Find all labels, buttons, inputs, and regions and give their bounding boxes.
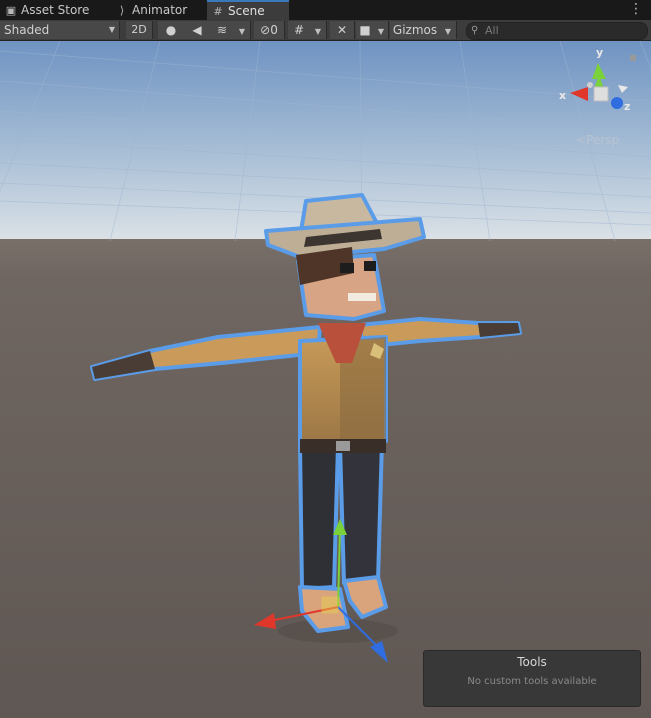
more-options-icon[interactable]: ⋮: [629, 1, 643, 17]
grid-dropdown-button[interactable]: ▼: [310, 21, 327, 39]
audio-toggle-button[interactable]: ◀: [184, 21, 211, 39]
chevron-down-icon: ▼: [108, 25, 115, 34]
camera-dropdown-button[interactable]: ▼: [374, 21, 389, 39]
scene-toolbar: Shaded ▼ 2D ● ◀ ≋ ▼ ⊘0 # ▼ ✕ ■ ▼ Gizmos …: [0, 20, 651, 41]
tools-toggle-button[interactable]: ✕: [330, 21, 355, 39]
hidden-eye-icon: ⊘: [260, 23, 271, 37]
gizmo-y-label: y: [596, 46, 604, 59]
chevron-down-icon: ▼: [377, 27, 385, 36]
camera-button[interactable]: ■: [356, 21, 375, 39]
chevron-down-icon: ▼: [444, 27, 452, 36]
projection-toggle[interactable]: <Persp: [576, 133, 619, 147]
grid-icon: #: [213, 5, 223, 18]
lock-icon: [630, 55, 636, 61]
crossed-tools-icon: ✕: [336, 23, 348, 37]
gizmos-dropdown-button[interactable]: ▼: [440, 21, 457, 39]
scene-render[interactable]: [0, 41, 651, 718]
search-placeholder: All: [485, 24, 499, 37]
draw-mode-label: Shaded: [4, 23, 50, 37]
hidden-object-count: 0: [270, 23, 278, 37]
camera-icon: ■: [359, 23, 371, 37]
animator-icon: ⟩: [119, 4, 125, 17]
chevron-down-icon: ▼: [238, 27, 246, 36]
grid-icon: #: [293, 23, 305, 37]
draw-mode-dropdown[interactable]: Shaded ▼: [0, 21, 120, 39]
lighting-toggle-button[interactable]: ●: [158, 21, 185, 39]
tab-asset-store[interactable]: ▣ Asset Store: [4, 0, 90, 20]
tab-animator[interactable]: ⟩ Animator: [115, 0, 187, 20]
tab-animator-label: Animator: [132, 3, 188, 17]
tab-scene[interactable]: # Scene: [207, 0, 289, 20]
light-bulb-icon: ●: [165, 23, 177, 37]
search-icon: ⚲: [471, 25, 479, 36]
scene-visibility-button[interactable]: ⊘0: [254, 21, 285, 39]
effects-toggle-button[interactable]: ≋: [210, 21, 235, 39]
effects-dropdown-button[interactable]: ▼: [234, 21, 251, 39]
gizmo-x-label: x: [559, 89, 567, 102]
tab-asset-store-label: Asset Store: [21, 3, 90, 17]
tab-scene-label: Scene: [228, 4, 265, 18]
chevron-down-icon: ▼: [314, 27, 322, 36]
tools-overlay-panel[interactable]: Tools No custom tools available: [423, 650, 641, 707]
window-tab-bar: ▣ Asset Store ⟩ Animator # Scene ⋮: [0, 0, 651, 21]
grid-snap-button[interactable]: #: [288, 21, 311, 39]
shopping-bag-icon: ▣: [5, 4, 17, 17]
scene-search-field[interactable]: ⚲ All: [466, 22, 648, 40]
layers-icon: ≋: [216, 23, 228, 37]
tools-overlay-title: Tools: [517, 655, 547, 669]
projection-label: Persp: [586, 133, 620, 147]
tools-overlay-message: No custom tools available: [467, 676, 597, 687]
gizmos-button[interactable]: Gizmos: [390, 21, 441, 39]
chevron-left-icon: <: [576, 133, 587, 147]
toggle-2d-button[interactable]: 2D: [126, 21, 153, 39]
speaker-icon: ◀: [192, 23, 202, 37]
scene-viewport[interactable]: y x z <Persp Tools No custom tools avail…: [0, 41, 651, 718]
gizmo-z-label: z: [624, 100, 631, 113]
